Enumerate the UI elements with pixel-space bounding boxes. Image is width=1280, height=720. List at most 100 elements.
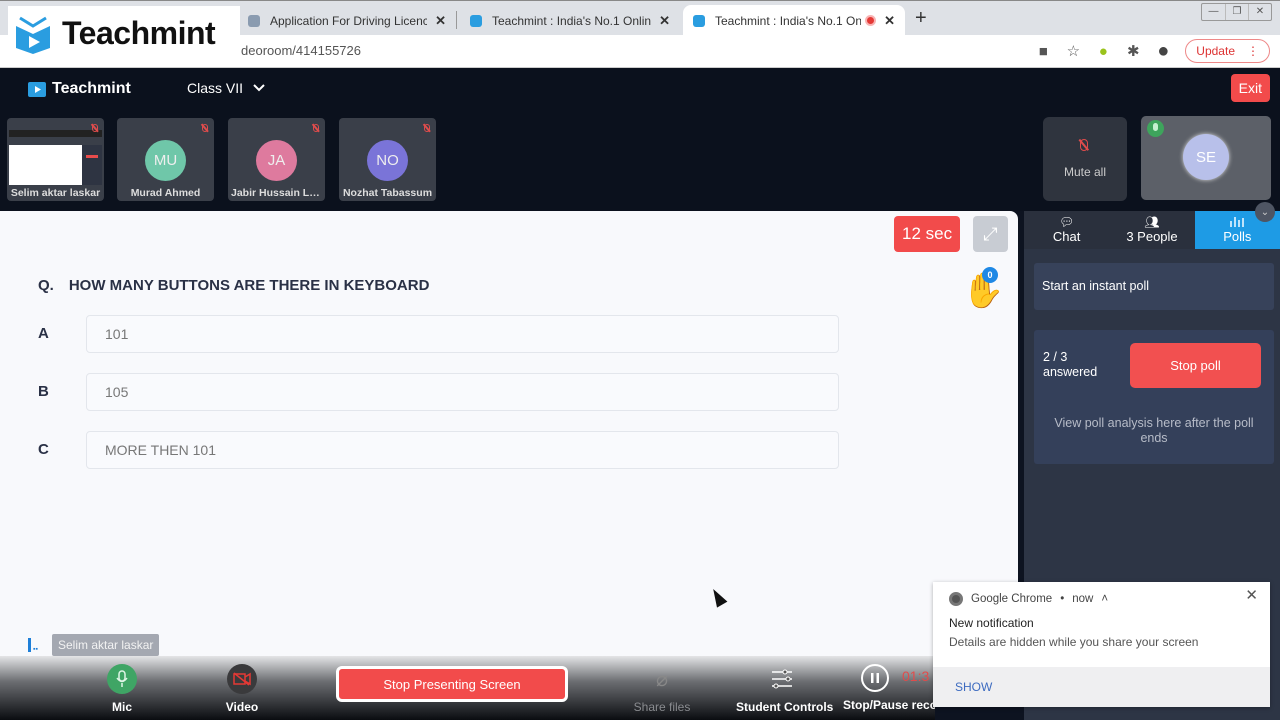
chevron-up-icon[interactable]: ˄ bbox=[1101, 593, 1108, 605]
show-button[interactable]: SHOW bbox=[955, 680, 992, 694]
chrome-logo-icon bbox=[949, 592, 963, 606]
update-label: Update bbox=[1196, 44, 1235, 58]
bookmark-star-icon[interactable]: ☆ bbox=[1065, 42, 1081, 60]
option-box[interactable]: 105 bbox=[86, 373, 839, 411]
mic-off-icon bbox=[313, 124, 319, 132]
question-prefix: Q. bbox=[38, 277, 54, 294]
poll-analysis-note: View poll analysis here after the poll e… bbox=[1054, 416, 1254, 445]
close-icon[interactable]: ✕ bbox=[1245, 586, 1258, 604]
restore-button[interactable]: ❐ bbox=[1225, 4, 1248, 20]
browser-tab[interactable]: Application For Driving Licence ✕ bbox=[238, 5, 456, 36]
recording-time: 01:3 bbox=[902, 668, 930, 684]
bottom-control-bar: Mic Video Stop Presenting Screen ⌀ Share… bbox=[0, 656, 935, 720]
window-controls: — ❐ ✕ bbox=[1201, 3, 1272, 21]
teachmint-watermark: Teachmint bbox=[8, 6, 240, 61]
presentation-area: 12 sec ⤢ ✋ 0 Q. HOW MANY BUTTONS ARE THE… bbox=[0, 211, 1018, 656]
answered-label: answered bbox=[1043, 365, 1098, 379]
avatar: JA bbox=[256, 140, 297, 181]
tab-label: Chat bbox=[1052, 229, 1081, 244]
extension-icon[interactable]: ● bbox=[1095, 43, 1111, 60]
teachmint-logo-icon bbox=[28, 82, 46, 97]
sliders-icon bbox=[767, 664, 797, 694]
tab-title: Application For Driving Licence bbox=[270, 13, 428, 28]
poll-timer: 12 sec bbox=[894, 216, 961, 252]
puzzle-extensions-icon[interactable]: ✱ bbox=[1125, 42, 1141, 60]
mute-all-label: Mute all bbox=[1063, 165, 1107, 179]
share-files-button[interactable]: ⌀ Share files bbox=[630, 664, 694, 715]
microphone-icon bbox=[107, 664, 137, 694]
people-icon: 👥︎ bbox=[1144, 215, 1160, 229]
kebab-menu-icon: ⋮ bbox=[1247, 44, 1259, 58]
recording-indicator-icon bbox=[865, 15, 877, 26]
fullscreen-expand-button[interactable]: ⤢ bbox=[973, 216, 1008, 252]
chrome-notification: Google Chrome • now ˄ ✕ New notification… bbox=[933, 582, 1270, 707]
browser-tab[interactable]: Teachmint : India's No.1 Online ✕ bbox=[460, 5, 680, 36]
exit-button[interactable]: Exit bbox=[1230, 74, 1270, 102]
option-letter: B bbox=[38, 383, 49, 400]
teachmint-logo-icon bbox=[16, 16, 50, 54]
presenter-name: Selim aktar laskar bbox=[52, 634, 160, 656]
self-video-tile[interactable]: SE bbox=[1141, 116, 1271, 200]
notification-app: Google Chrome bbox=[971, 593, 1053, 605]
notification-footer: SHOW bbox=[933, 667, 1270, 707]
mute-all-button[interactable]: Mute all bbox=[1043, 117, 1127, 201]
tab-label: Polls bbox=[1223, 229, 1252, 244]
chat-icon: 💬︎ bbox=[1059, 215, 1075, 229]
mic-button[interactable]: Mic bbox=[106, 664, 138, 714]
option-box[interactable]: 101 bbox=[86, 315, 839, 353]
presenter-tag: Selim aktar laskar bbox=[28, 634, 160, 656]
active-poll-card: 2 / 3 answered Stop poll View poll analy… bbox=[1034, 330, 1274, 464]
participant-tile[interactable]: MU Murad Ahmed bbox=[117, 118, 214, 201]
teachmint-favicon-icon bbox=[693, 14, 705, 27]
class-selector[interactable]: Class VII bbox=[187, 80, 265, 96]
student-controls-button[interactable]: Student Controls bbox=[736, 664, 833, 714]
participant-tile[interactable]: Selim aktar laskar bbox=[7, 118, 104, 201]
start-instant-poll-button[interactable]: Start an instant poll bbox=[1034, 263, 1274, 310]
notification-body: Details are hidden while you share your … bbox=[949, 635, 1199, 649]
option-box[interactable]: MORE THEN 101 bbox=[86, 431, 839, 469]
tab-chat[interactable]: 💬︎ Chat bbox=[1024, 211, 1109, 249]
new-tab-button[interactable]: + bbox=[915, 7, 927, 30]
collapse-panel-chevron-icon[interactable]: ⌄ bbox=[1255, 202, 1275, 222]
close-tab-icon[interactable]: ✕ bbox=[435, 13, 446, 29]
app-brand-text: Teachmint bbox=[52, 80, 131, 97]
watermark-brand-text: Teachmint bbox=[62, 15, 216, 51]
mic-off-icon bbox=[202, 124, 208, 132]
raised-hands-count: 0 bbox=[982, 267, 998, 283]
minimize-button[interactable]: — bbox=[1202, 4, 1225, 20]
browser-tab-active[interactable]: Teachmint : India's No.1 Onl ✕ bbox=[683, 5, 905, 36]
poll-question: Q. HOW MANY BUTTONS ARE THERE IN KEYBOAR… bbox=[38, 277, 429, 294]
mic-label: Mic bbox=[111, 700, 132, 714]
close-window-button[interactable]: ✕ bbox=[1248, 4, 1271, 20]
profile-avatar-icon[interactable]: ● bbox=[1155, 40, 1171, 63]
update-button[interactable]: Update ⋮ bbox=[1185, 39, 1270, 63]
question-text: HOW MANY BUTTONS ARE THERE IN KEYBOARD bbox=[68, 277, 430, 294]
tab-people[interactable]: 👥︎ 3 People bbox=[1109, 211, 1194, 249]
participant-name: Murad Ahmed bbox=[130, 187, 201, 199]
tab-title: Teachmint : India's No.1 Onl bbox=[715, 13, 862, 28]
camera-icon[interactable]: ■ bbox=[1035, 43, 1051, 60]
stop-poll-button[interactable]: Stop poll bbox=[1130, 343, 1261, 388]
close-tab-icon[interactable]: ✕ bbox=[884, 13, 895, 29]
avatar: NO bbox=[367, 140, 408, 181]
option-letter: C bbox=[38, 441, 49, 458]
share-files-label: Share files bbox=[633, 700, 691, 714]
app-logo[interactable]: Teachmint bbox=[28, 80, 131, 98]
url-field[interactable]: deoroom/414155726 bbox=[241, 43, 361, 58]
pause-icon bbox=[861, 664, 889, 692]
mic-off-icon bbox=[424, 124, 430, 132]
participant-tile[interactable]: NO Nozhat Tabassum bbox=[339, 118, 436, 201]
stop-presenting-button[interactable]: Stop Presenting Screen bbox=[336, 666, 568, 702]
mic-on-icon bbox=[1147, 120, 1164, 137]
video-button[interactable]: Video bbox=[222, 664, 262, 714]
participant-tile[interactable]: JA Jabir Hussain La... bbox=[228, 118, 325, 201]
tab-divider bbox=[456, 11, 457, 29]
side-panel-tabs: 💬︎ Chat 👥︎ 3 People Polls bbox=[1024, 211, 1280, 249]
participant-name: Jabir Hussain La... bbox=[231, 187, 324, 199]
class-selector-label: Class VII bbox=[187, 80, 244, 96]
video-off-icon bbox=[227, 664, 257, 694]
participant-name: Nozhat Tabassum bbox=[342, 187, 433, 199]
notification-time: now bbox=[1072, 593, 1094, 605]
close-tab-icon[interactable]: ✕ bbox=[659, 13, 670, 29]
answered-fraction: 2 / 3 bbox=[1043, 350, 1068, 364]
